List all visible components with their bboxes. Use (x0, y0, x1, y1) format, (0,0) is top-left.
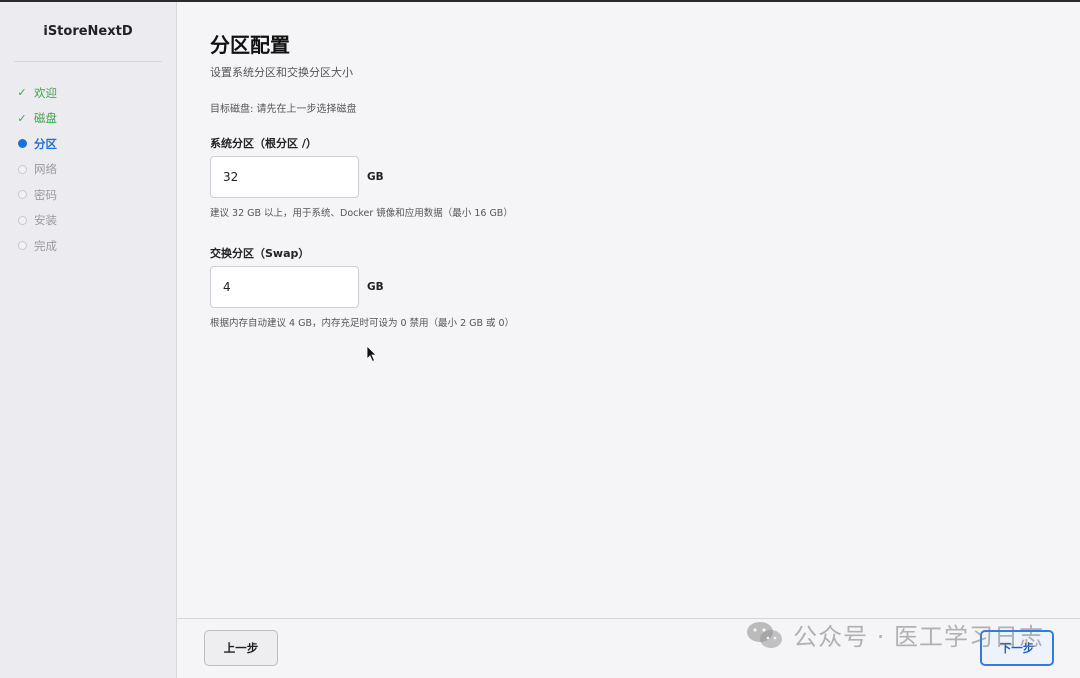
installer-window: iStoreNextD ✓ 欢迎 ✓ 磁盘 分区 网络 密码 安装 完成 分区配… (0, 2, 1080, 678)
step-disk: ✓ 磁盘 (0, 106, 176, 132)
pending-circle-icon (16, 189, 28, 201)
system-partition-input[interactable] (210, 156, 359, 198)
step-label: 安装 (34, 213, 57, 228)
step-list: ✓ 欢迎 ✓ 磁盘 分区 网络 密码 安装 完成 (0, 62, 176, 259)
step-label: 网络 (34, 162, 57, 177)
step-install: 安装 (0, 208, 176, 234)
system-partition-hint: 建议 32 GB 以上，用于系统、Docker 镜像和应用数据（最小 16 GB… (210, 208, 513, 219)
page-subtitle: 设置系统分区和交换分区大小 (210, 66, 353, 79)
swap-partition-label: 交换分区（Swap） (210, 247, 310, 260)
pending-circle-icon (16, 214, 28, 226)
partition-form: 分区配置 设置系统分区和交换分区大小 目标磁盘: 请先在上一步选择磁盘 系统分区… (210, 32, 1050, 329)
step-partition: 分区 (0, 131, 176, 157)
swap-partition-row: GB (210, 266, 1050, 308)
step-welcome: ✓ 欢迎 (0, 80, 176, 106)
pending-circle-icon (16, 240, 28, 252)
mouse-cursor-icon (366, 345, 377, 363)
step-password: 密码 (0, 182, 176, 208)
current-dot-icon (16, 138, 28, 150)
main-panel: 分区配置 设置系统分区和交换分区大小 目标磁盘: 请先在上一步选择磁盘 系统分区… (177, 2, 1080, 678)
swap-partition-input[interactable] (210, 266, 359, 308)
step-network: 网络 (0, 157, 176, 183)
next-button[interactable]: 下一步 (980, 630, 1054, 666)
brand-title: iStoreNextD (14, 2, 162, 62)
previous-button[interactable]: 上一步 (204, 630, 278, 666)
step-label: 完成 (34, 238, 57, 253)
system-partition-row: GB (210, 156, 1050, 198)
page-title: 分区配置 (210, 33, 290, 57)
footer-bar: 上一步 下一步 (177, 618, 1080, 678)
pending-circle-icon (16, 163, 28, 175)
system-partition-label: 系统分区（根分区 /） (210, 137, 317, 150)
step-label: 密码 (34, 187, 57, 202)
step-label: 欢迎 (34, 85, 57, 100)
swap-partition-unit: GB (367, 281, 384, 293)
target-disk-text: 目标磁盘: 请先在上一步选择磁盘 (210, 104, 357, 115)
checkmark-icon: ✓ (17, 111, 27, 125)
swap-partition-hint: 根据内存自动建议 4 GB，内存充足时可设为 0 禁用（最小 2 GB 或 0） (210, 318, 515, 329)
sidebar: iStoreNextD ✓ 欢迎 ✓ 磁盘 分区 网络 密码 安装 完成 (0, 2, 177, 678)
step-label: 分区 (34, 136, 57, 151)
step-finish: 完成 (0, 233, 176, 259)
checkmark-icon: ✓ (17, 86, 27, 100)
step-label: 磁盘 (34, 111, 57, 126)
system-partition-unit: GB (367, 171, 384, 183)
